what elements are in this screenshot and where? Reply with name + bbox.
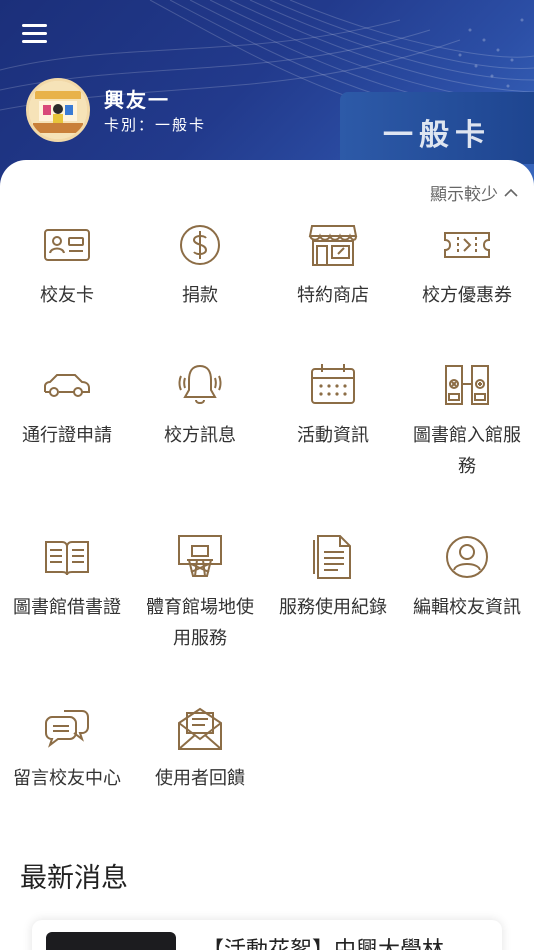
service-user-feedback[interactable]: 使用者回饋 <box>133 703 267 794</box>
service-library-card[interactable]: 圖書館借書證 <box>0 532 134 623</box>
envelope-letter-icon <box>178 707 222 750</box>
service-label: 圖書館借書證 <box>13 597 121 618</box>
news-thumbnail <box>46 932 176 950</box>
service-label: 校方優惠券 <box>422 285 512 306</box>
service-event-info[interactable]: 活動資訊 <box>266 360 400 451</box>
classroom-avatar-icon <box>29 81 87 139</box>
hamburger-menu-icon[interactable] <box>22 24 50 46</box>
show-less-label: 顯示較少 <box>430 185 498 205</box>
coupon-ticket-icon <box>444 232 490 258</box>
open-book-icon <box>45 541 89 576</box>
service-label: 校方訊息 <box>164 425 236 446</box>
basketball-hoop-icon <box>178 535 222 577</box>
news-card[interactable]: 【活動花絮】中興大學林 <box>32 920 502 950</box>
bell-icon <box>178 364 222 404</box>
service-school-messages[interactable]: 校方訊息 <box>133 360 267 451</box>
user-name: 興友一 <box>104 88 170 112</box>
service-coupons[interactable]: 校方優惠券 <box>400 220 534 311</box>
service-message-center[interactable]: 留言校友中心 <box>0 703 134 794</box>
id-card-icon <box>44 229 90 261</box>
service-label: 服務使用紀錄 <box>279 597 387 618</box>
chat-bubbles-icon <box>45 710 89 748</box>
show-less-toggle[interactable]: 顯示較少 <box>430 180 518 205</box>
service-donation[interactable]: 捐款 <box>133 220 267 311</box>
avatar[interactable] <box>26 78 90 142</box>
service-label: 使用者回饋 <box>155 768 245 789</box>
service-label: 留言校友中心 <box>13 768 121 789</box>
service-pass-application[interactable]: 通行證申請 <box>0 360 134 451</box>
service-label: 編輯校友資訊 <box>413 597 521 618</box>
services-panel: 顯示較少 校友卡 捐款 特約商店 校方優惠券 通行證申請 校方訊息 活動資訊 圖… <box>0 160 534 950</box>
service-edit-profile[interactable]: 編輯校友資訊 <box>400 532 534 623</box>
user-profile-icon <box>446 536 488 578</box>
service-label: 特約商店 <box>297 285 369 306</box>
card-banner-text: 一般卡 <box>383 118 491 153</box>
card-type-label: 卡別：一般卡 <box>104 116 207 134</box>
service-label: 校友卡 <box>40 285 94 306</box>
service-label: 捐款 <box>182 285 218 306</box>
service-library-entry[interactable]: 圖書館入館服務 <box>400 360 534 482</box>
gate-icon <box>445 365 489 405</box>
service-label: 體育館場地使用服務 <box>146 597 254 649</box>
document-list-icon <box>313 535 351 579</box>
calendar-icon <box>311 364 355 404</box>
service-alumni-card[interactable]: 校友卡 <box>0 220 134 311</box>
service-usage-records[interactable]: 服務使用紀錄 <box>266 532 400 623</box>
car-icon <box>44 374 90 397</box>
service-label: 圖書館入館服務 <box>413 425 521 477</box>
service-label: 活動資訊 <box>297 425 369 446</box>
membership-card-banner[interactable]: 一般卡 <box>340 92 534 164</box>
news-headline: 【活動花絮】中興大學林 <box>202 932 444 950</box>
dollar-coin-icon <box>180 225 220 265</box>
service-label: 通行證申請 <box>22 425 112 446</box>
store-icon <box>308 225 358 266</box>
service-gym-booking[interactable]: 體育館場地使用服務 <box>133 532 267 654</box>
chevron-up-icon <box>504 188 518 197</box>
news-section-title: 最新消息 <box>20 863 128 894</box>
service-partner-stores[interactable]: 特約商店 <box>266 220 400 311</box>
